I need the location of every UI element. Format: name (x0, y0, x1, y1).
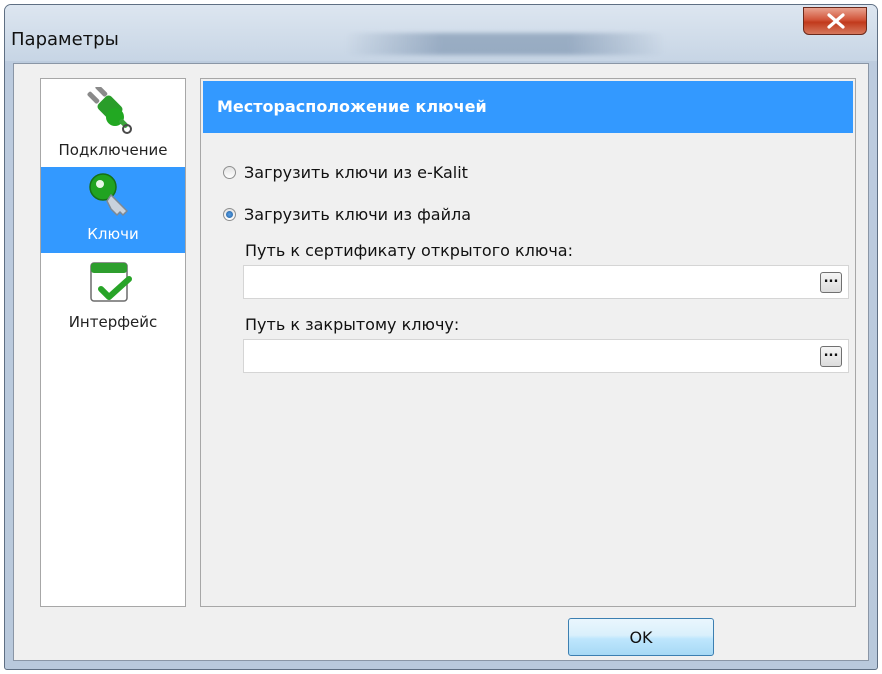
private-key-path-label: Путь к закрытому ключу: (245, 315, 460, 334)
plug-icon (87, 87, 132, 134)
cert-path-field: ... (243, 265, 849, 299)
sidebar-item-keys[interactable]: Ключи (41, 167, 185, 253)
radio-button-checked[interactable] (223, 208, 236, 221)
title-bar[interactable]: Параметры (5, 5, 877, 61)
sidebar-item-interface[interactable]: Интерфейс (41, 255, 185, 341)
cert-browse-button[interactable]: ... (820, 272, 842, 293)
option-load-from-file[interactable]: Загрузить ключи из файла (223, 205, 471, 224)
radio-button-unchecked[interactable] (223, 166, 236, 179)
close-button[interactable] (803, 7, 867, 35)
private-key-path-input[interactable] (246, 342, 810, 372)
window-title: Параметры (11, 29, 119, 50)
calendar-check-icon (90, 262, 132, 302)
sidebar-item-connection[interactable]: Подключение (41, 83, 185, 169)
dialog-client-area: Подключение Ключи Интерфейс Месторасполо… (13, 63, 869, 661)
option-label: Загрузить ключи из файла (244, 205, 472, 224)
settings-sidebar: Подключение Ключи Интерфейс (40, 78, 186, 607)
option-label: Загрузить ключи из e-Kalit (244, 163, 468, 182)
section-header: Месторасположение ключей (203, 81, 853, 133)
settings-content-panel: Месторасположение ключей Загрузить ключи… (200, 78, 856, 607)
close-icon (827, 13, 845, 29)
title-bar-blurred-area (345, 33, 665, 55)
sidebar-item-label: Интерфейс (68, 313, 158, 331)
option-load-from-ekalit[interactable]: Загрузить ключи из e-Kalit (223, 163, 468, 182)
dialog-window: Параметры Подключение Ключи Интерфейс Ме… (4, 4, 878, 670)
key-icon (89, 173, 129, 217)
cert-path-input[interactable] (246, 268, 810, 298)
cert-path-label: Путь к сертификату открытого ключа: (245, 241, 573, 260)
ok-button[interactable]: OK (568, 618, 714, 656)
sidebar-item-label: Ключи (87, 225, 139, 243)
private-key-browse-button[interactable]: ... (820, 346, 842, 367)
section-title: Месторасположение ключей (217, 97, 487, 116)
sidebar-item-label: Подключение (58, 141, 168, 159)
private-key-path-field: ... (243, 339, 849, 373)
